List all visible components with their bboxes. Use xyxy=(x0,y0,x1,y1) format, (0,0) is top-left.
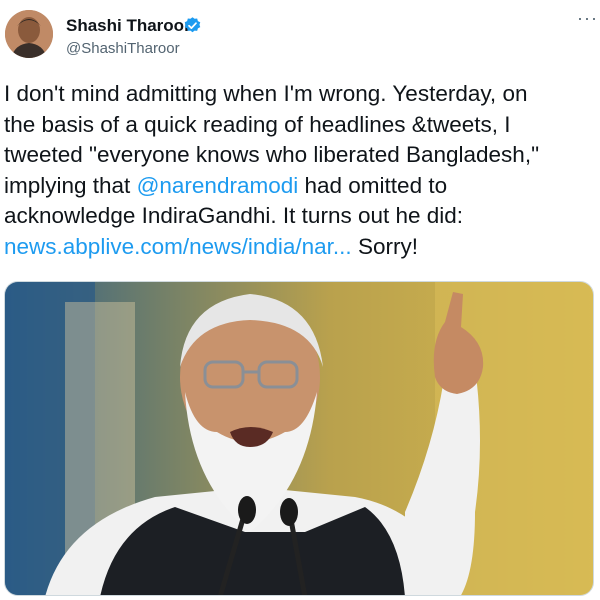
tweet-text-line: I don't mind admitting when I'm wrong. Y… xyxy=(4,81,528,106)
author-avatar[interactable] xyxy=(5,10,53,58)
tweet-text-line: news.abplive.com/news/india/nar... Sorry… xyxy=(4,232,594,263)
author-handle[interactable]: @ShashiTharoor xyxy=(66,40,180,57)
text-segment: had omitted to xyxy=(298,172,448,198)
mention-link[interactable]: @narendramodi xyxy=(137,173,299,198)
tweet-text: I don't mind admitting when I'm wrong. Y… xyxy=(4,79,594,262)
speaker-photo xyxy=(5,282,593,595)
author-display-name[interactable]: Shashi Tharoor xyxy=(66,16,191,36)
tweet-text-line: the basis of a quick reading of headline… xyxy=(4,111,511,137)
tweet-photo[interactable] xyxy=(4,281,594,596)
text-segment: Sorry! xyxy=(351,233,418,259)
more-options-icon[interactable]: ··· xyxy=(577,8,598,29)
profile-photo xyxy=(5,10,53,58)
text-segment: implying that xyxy=(4,172,137,198)
article-link[interactable]: news.abplive.com/news/india/nar... xyxy=(4,234,352,259)
verified-badge-icon xyxy=(184,17,201,33)
tweet-text-line: tweeted "everyone knows who liberated Ba… xyxy=(4,142,540,167)
tweet-card: Shashi Tharoor @ShashiTharoor ··· I don'… xyxy=(0,0,600,600)
tweet-text-line: implying that @narendramodi had omitted … xyxy=(4,171,594,202)
tweet-text-line: acknowledge IndiraGandhi. It turns out h… xyxy=(4,203,464,228)
